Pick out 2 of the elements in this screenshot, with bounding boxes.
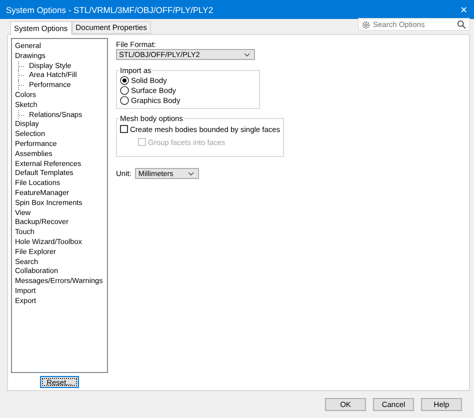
window-title: System Options - STL/VRML/3MF/OBJ/OFF/PLY/PLY2 xyxy=(6,4,214,14)
close-button[interactable]: ✕ xyxy=(460,4,468,14)
